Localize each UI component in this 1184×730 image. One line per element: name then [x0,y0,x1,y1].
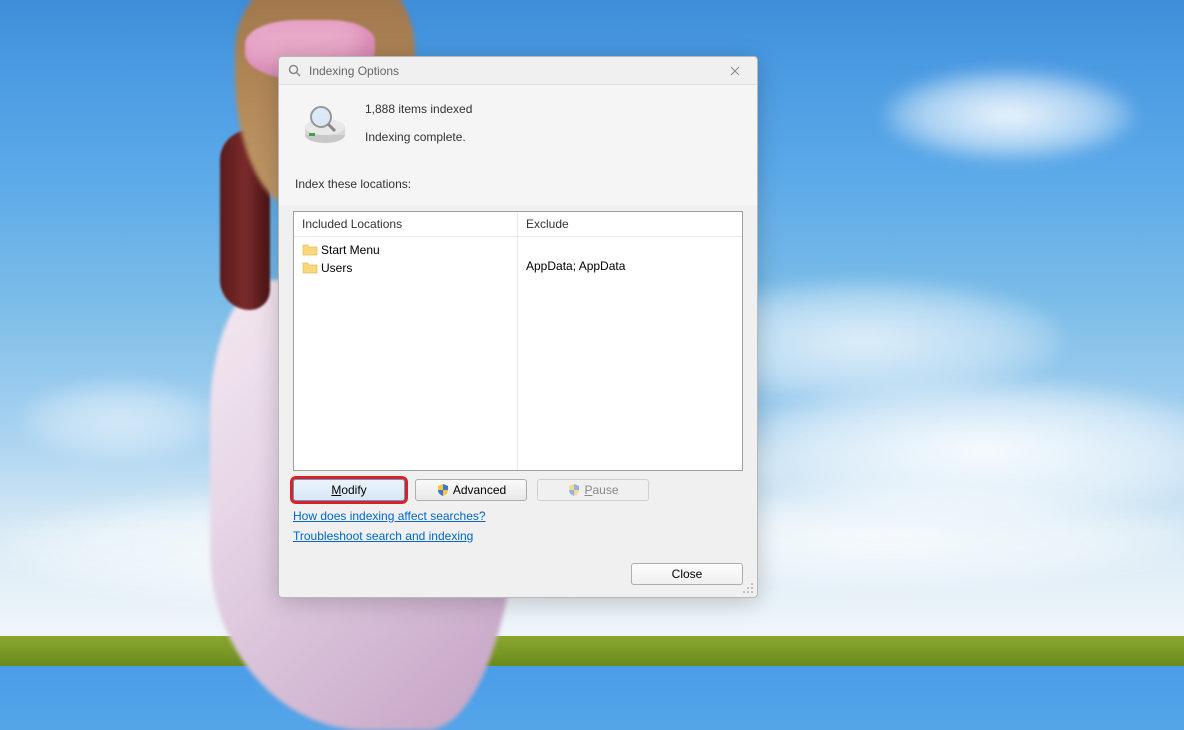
list-item[interactable]: Start Menu [302,241,509,259]
magnifier-app-icon [287,63,303,79]
items-indexed-text: 1,888 items indexed [365,102,472,116]
close-button[interactable]: Close [631,563,743,585]
advanced-button[interactable]: Advanced [415,479,527,501]
pause-button: Pause [537,479,649,501]
resize-grip-icon[interactable] [742,582,754,594]
column-header-included[interactable]: Included Locations [294,212,518,236]
locations-table: Included Locations Exclude Start Menu [293,211,743,471]
titlebar[interactable]: Indexing Options [279,57,757,85]
index-status-area: 1,888 items indexed Indexing complete. I… [279,85,757,205]
folder-icon [302,243,318,257]
dialog-title: Indexing Options [309,64,721,78]
locations-label: Index these locations: [295,177,743,191]
indexing-options-dialog: Indexing Options 1,888 items inde [278,56,758,598]
column-header-exclude[interactable]: Exclude [518,212,742,236]
location-name: Start Menu [321,243,380,257]
location-name: Users [321,261,352,275]
drive-magnifier-icon [301,99,349,147]
troubleshoot-link[interactable]: Troubleshoot search and indexing [293,529,743,543]
indexing-status-text: Indexing complete. [365,130,472,144]
exclude-value: AppData; AppData [526,259,734,273]
folder-icon [302,261,318,275]
how-indexing-link[interactable]: How does indexing affect searches? [293,509,743,523]
shield-icon [436,483,450,497]
close-icon[interactable] [721,61,749,81]
list-item[interactable]: Users [302,259,509,277]
shield-icon [567,483,581,497]
modify-button[interactable]: Modify [293,479,405,501]
